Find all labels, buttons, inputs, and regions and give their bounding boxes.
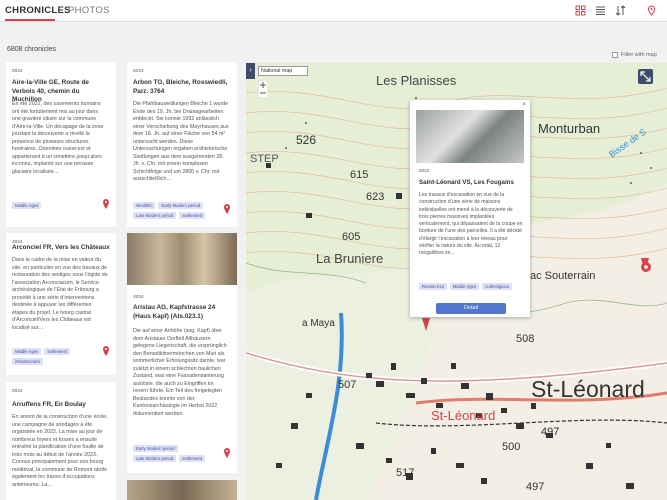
card-text: Dans le cadre de la mise en valeur du si… [12, 257, 108, 331]
map-label: a Maya [302, 318, 335, 329]
map-label: St-Léonard [531, 376, 645, 402]
zoom-control[interactable] [258, 80, 268, 98]
map-elevation: 623 [366, 191, 385, 203]
popup-text: Les travaux d’excavation en vue de la co… [419, 192, 523, 257]
card-title[interactable]: Arruffens FR, En Boulay [12, 401, 110, 410]
tag[interactable]: Middle Ages [12, 348, 42, 355]
map-elevation: 615 [350, 169, 369, 181]
card-year: 2024 [12, 69, 23, 74]
map-elevation: 497 [541, 426, 560, 438]
map-pin-icon[interactable] [102, 346, 110, 356]
map-elevation: 508 [516, 333, 535, 345]
card-year: 2024 [133, 295, 144, 300]
map-label: Monturban [538, 121, 601, 136]
tag[interactable]: settlement [44, 348, 71, 355]
list-view-icon[interactable] [595, 5, 606, 16]
filter-label: Filter with map [621, 52, 657, 58]
filter-checkbox[interactable] [612, 52, 618, 58]
detail-button[interactable]: Detail [436, 303, 506, 314]
card-tags: Middle Ages [12, 202, 98, 209]
top-bar: CHRONICLES PHOTOS [0, 0, 667, 22]
map-label: Les Planisses [376, 73, 457, 88]
close-icon[interactable]: × [522, 102, 526, 108]
card-text: Die auf einer Anhöhe (sog. Kapf) über de… [133, 328, 227, 417]
chronicle-card[interactable]: 2024 Arconciel FR, Vers les Châteaux Dan… [6, 233, 116, 375]
map-label: STEP [250, 153, 279, 165]
chronicle-card[interactable]: 2024 Arbon TG, Bleiche, Rosswiedli, Parz… [127, 62, 237, 227]
grid-view-icon[interactable] [575, 5, 586, 16]
tag[interactable]: Early Modern period [158, 202, 204, 209]
popup-year: 2022 [419, 168, 430, 173]
map-popup: × 2022 Saint-Léonard VS, Les Fougains Le… [410, 100, 530, 317]
map-elevation: 517 [396, 467, 415, 479]
sort-icon[interactable] [615, 5, 626, 16]
card-tags: Early Modern period Late Modern period s… [133, 445, 219, 462]
tag[interactable]: cult/religious [482, 283, 513, 290]
tag[interactable]: Late Modern period [133, 212, 177, 219]
active-tab-underline [5, 19, 55, 21]
chronicle-count: 6808 chronicles [7, 46, 57, 53]
map-pin-icon[interactable] [223, 448, 231, 458]
map-elevation: 500 [502, 441, 521, 453]
map-layer-select[interactable]: National map [258, 66, 308, 76]
card-title[interactable]: Arconciel FR, Vers les Châteaux [12, 244, 110, 253]
collapse-map-button[interactable]: › [246, 63, 255, 79]
chronicle-card[interactable]: 2024 Aire-la-Ville GE, Route de Verbois … [6, 62, 116, 227]
tag[interactable]: settlement [179, 212, 206, 219]
map-elevation: 605 [342, 231, 361, 243]
card-photo[interactable] [127, 233, 237, 285]
tag[interactable]: Roman Era [419, 283, 447, 290]
chronicle-card[interactable]: 2024 Aristau AG, Kapfstrasse 24 (Haus Ka… [127, 233, 237, 473]
tag[interactable]: Middle Ages [12, 202, 42, 209]
map-pin-icon[interactable] [223, 204, 231, 214]
popup-tags: Roman Era Middle Ages cult/religious [419, 283, 513, 290]
chronicle-card[interactable]: 2024 Arruffens FR, En Boulay En amont de… [6, 382, 116, 500]
card-title[interactable]: Arbon TG, Bleiche, Rosswiedli, Parz. 376… [133, 79, 231, 96]
tag[interactable]: Neolithic [133, 202, 156, 209]
fullscreen-icon[interactable] [638, 69, 653, 84]
card-text: En amont de la construction d’une école,… [12, 414, 108, 488]
tag[interactable]: settlement [179, 455, 206, 462]
card-title[interactable]: Aristau AG, Kapfstrasse 24 (Haus Kapf) (… [133, 304, 231, 321]
popup-photo[interactable] [416, 110, 524, 163]
tag[interactable]: Early Modern period [133, 445, 178, 452]
map-pin-icon[interactable] [646, 5, 657, 16]
tag[interactable]: infrastructure [12, 358, 44, 365]
card-year: 2024 [133, 69, 144, 74]
tab-chronicles[interactable]: CHRONICLES [5, 5, 71, 16]
map-elevation: 507 [338, 379, 357, 391]
chronicle-card[interactable] [127, 480, 237, 500]
map-label: La Bruniere [316, 251, 384, 266]
tab-photos[interactable]: PHOTOS [68, 5, 110, 16]
tag[interactable]: Late Modern period [133, 455, 177, 462]
card-tags: Neolithic Early Modern period Late Moder… [133, 202, 219, 219]
map-label: St-Léonard [431, 408, 496, 423]
card-text: Die Pfahlbausiedlungen Bleiche 1 wurde E… [133, 101, 229, 182]
map-elevation: 497 [526, 481, 545, 493]
map-label: ac Souterrain [530, 270, 596, 282]
card-photo[interactable] [127, 480, 237, 500]
card-text: En été 2022, des ossements humains ont é… [12, 101, 104, 175]
popup-title[interactable]: Saint-Léonard VS, Les Fougains [419, 179, 514, 186]
card-tags: Middle Ages settlement infrastructure [12, 348, 98, 365]
filter-with-map[interactable]: Filter with map [612, 52, 657, 58]
map-elevation: 526 [296, 133, 317, 147]
map-pin-icon[interactable] [102, 199, 110, 209]
card-year: 2024 [12, 389, 23, 394]
tag[interactable]: Middle Ages [449, 283, 480, 290]
